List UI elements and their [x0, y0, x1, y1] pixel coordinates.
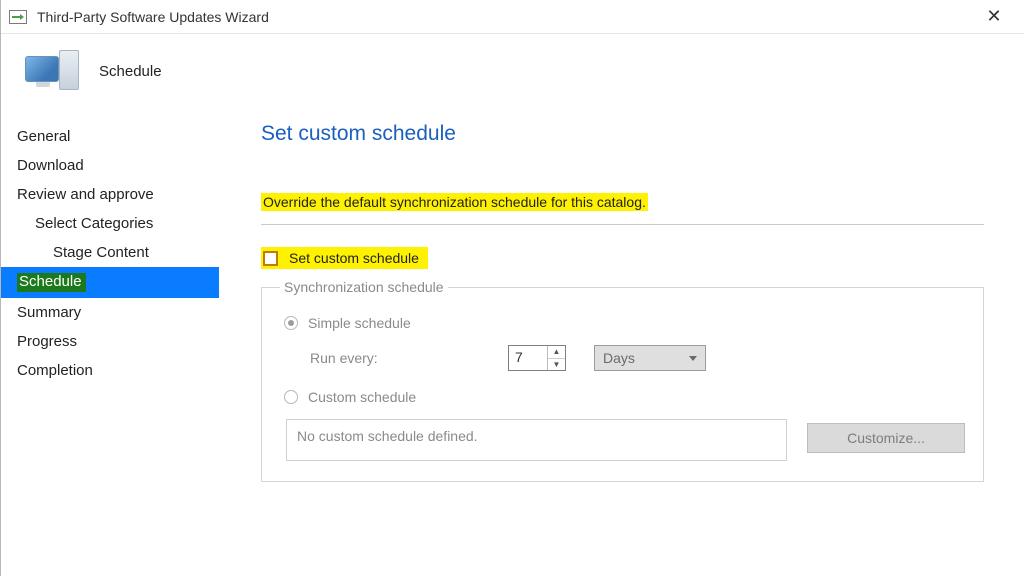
window-title: Third-Party Software Updates Wizard: [37, 9, 269, 25]
header-step-title: Schedule: [99, 63, 162, 80]
set-custom-schedule-checkbox[interactable]: [263, 251, 278, 266]
wizard-nav: General Download Review and approve Sele…: [1, 116, 219, 576]
fieldset-legend: Synchronization schedule: [280, 279, 448, 295]
nav-item-summary[interactable]: Summary: [1, 298, 219, 327]
set-custom-schedule-label: Set custom schedule: [286, 249, 422, 267]
simple-schedule-label: Simple schedule: [308, 315, 411, 331]
set-custom-schedule-row: Set custom schedule: [261, 247, 428, 269]
close-icon: ✕: [986, 6, 1001, 27]
nav-item-progress[interactable]: Progress: [1, 327, 219, 356]
nav-item-select-categories[interactable]: Select Categories: [1, 209, 219, 238]
page-title: Set custom schedule: [261, 122, 984, 146]
custom-schedule-row: Custom schedule: [284, 389, 965, 405]
wizard-body: General Download Review and approve Sele…: [1, 116, 1024, 576]
nav-item-stage-content[interactable]: Stage Content: [1, 238, 219, 267]
spinner-down-icon[interactable]: ▼: [548, 359, 565, 371]
nav-item-schedule[interactable]: Schedule: [1, 267, 219, 298]
divider: [261, 224, 984, 225]
wizard-header: Schedule: [1, 34, 1024, 116]
run-every-label: Run every:: [310, 350, 480, 366]
nav-item-review-and-approve[interactable]: Review and approve: [1, 180, 219, 209]
run-every-spinner[interactable]: 7 ▲ ▼: [508, 345, 566, 371]
computer-icon: [25, 46, 81, 96]
titlebar: Third-Party Software Updates Wizard ✕: [1, 0, 1024, 34]
nav-item-label: Schedule: [17, 273, 86, 292]
app-icon: [9, 10, 27, 24]
spinner-up-icon[interactable]: ▲: [548, 346, 565, 359]
custom-schedule-label: Custom schedule: [308, 389, 416, 405]
nav-item-completion[interactable]: Completion: [1, 356, 219, 385]
run-every-unit-select[interactable]: Days: [594, 345, 706, 371]
run-every-unit-value: Days: [603, 350, 635, 366]
synchronization-schedule-group: Synchronization schedule Simple schedule…: [261, 279, 984, 482]
custom-schedule-radio[interactable]: [284, 390, 298, 404]
close-button[interactable]: ✕: [972, 2, 1016, 32]
simple-schedule-row: Simple schedule: [284, 315, 965, 331]
custom-schedule-area: No custom schedule defined. Customize...: [286, 419, 965, 461]
simple-schedule-radio[interactable]: [284, 316, 298, 330]
nav-item-download[interactable]: Download: [1, 151, 219, 180]
wizard-content: Set custom schedule Override the default…: [219, 116, 1024, 576]
custom-schedule-text: No custom schedule defined.: [286, 419, 787, 461]
wizard-window: Third-Party Software Updates Wizard ✕ Sc…: [0, 0, 1024, 576]
run-every-row: Run every: 7 ▲ ▼ Days: [310, 345, 965, 371]
customize-button[interactable]: Customize...: [807, 423, 965, 453]
page-description: Override the default synchronization sch…: [261, 193, 648, 211]
run-every-value: 7: [509, 346, 547, 370]
spinner-arrows[interactable]: ▲ ▼: [547, 346, 565, 370]
nav-item-general[interactable]: General: [1, 122, 219, 151]
